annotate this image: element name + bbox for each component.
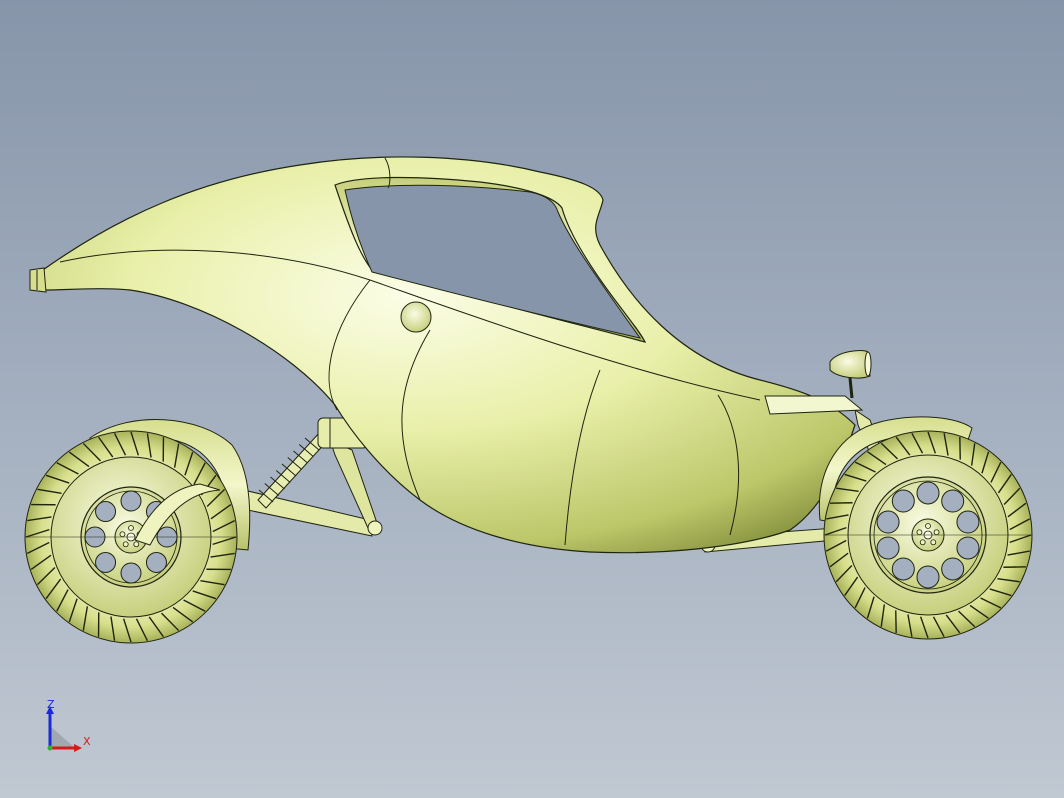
lug-nut xyxy=(916,529,923,536)
nose-tip xyxy=(29,267,47,293)
headlight[interactable] xyxy=(829,349,872,399)
lug-nut xyxy=(933,529,940,536)
x-axis-label: X xyxy=(83,735,91,748)
rear-wheel[interactable] xyxy=(24,430,238,644)
rim-hole xyxy=(891,557,915,581)
front-wheel[interactable] xyxy=(823,430,1033,640)
rim-hole xyxy=(876,536,900,560)
trike-vehicle-model[interactable] xyxy=(0,0,1064,798)
rim-hole xyxy=(941,557,965,581)
rim-hole xyxy=(876,510,900,534)
axis-triad: Z X xyxy=(40,698,100,758)
fuel-cap[interactable] xyxy=(400,301,432,333)
rim-hole xyxy=(956,536,980,560)
lug-nut xyxy=(128,525,134,531)
cad-3d-viewport[interactable]: Z X xyxy=(0,0,1064,798)
rim-hole xyxy=(95,551,117,573)
rim-hole xyxy=(145,551,167,573)
lug-nut xyxy=(133,541,140,548)
rim-hole xyxy=(95,501,117,523)
lug-nut xyxy=(122,541,129,548)
rim-hole xyxy=(916,565,940,589)
rim-hole xyxy=(941,489,965,513)
rim-hole xyxy=(916,481,940,505)
y-axis-dot xyxy=(47,745,53,751)
rim-hole xyxy=(120,490,142,512)
rim-hole xyxy=(891,489,915,513)
rim-hole xyxy=(956,510,980,534)
lug-nut xyxy=(119,531,126,538)
lug-nut xyxy=(925,523,931,529)
lug-nut xyxy=(919,539,926,546)
lug-nut xyxy=(930,539,937,546)
z-axis-label: Z xyxy=(47,698,55,711)
rim-hole xyxy=(120,562,142,584)
